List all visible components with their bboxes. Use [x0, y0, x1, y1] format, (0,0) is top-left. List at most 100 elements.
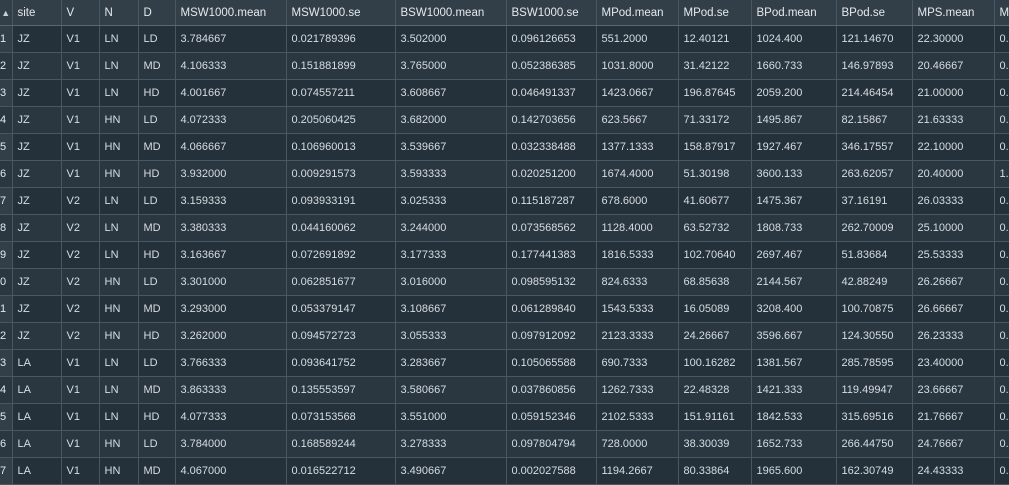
table-cell[interactable]: V2: [61, 269, 99, 296]
table-cell[interactable]: JZ: [12, 26, 61, 53]
table-cell[interactable]: HD: [138, 323, 175, 350]
table-cell[interactable]: 4.077333: [175, 404, 286, 431]
table-cell[interactable]: 824.6333: [596, 269, 678, 296]
table-cell[interactable]: 3.608667: [395, 80, 506, 107]
table-cell[interactable]: LD: [138, 107, 175, 134]
table-cell[interactable]: 0.046491337: [506, 80, 596, 107]
table-cell[interactable]: 42.88249: [836, 269, 912, 296]
table-cell[interactable]: 3.539667: [395, 134, 506, 161]
table-cell[interactable]: 0.021789396: [286, 26, 395, 53]
table-cell[interactable]: 0.177441383: [506, 242, 596, 269]
column-header-msw1000-se[interactable]: MSW1000.se: [286, 0, 395, 26]
table-cell[interactable]: 3600.133: [751, 161, 836, 188]
table-cell[interactable]: 0.098595132: [506, 269, 596, 296]
table-cell[interactable]: 0.260: [994, 242, 1009, 269]
table-cell[interactable]: JZ: [12, 323, 61, 350]
table-cell[interactable]: 0.115187287: [506, 188, 596, 215]
table-cell[interactable]: 2102.5333: [596, 404, 678, 431]
table-cell[interactable]: 3.682000: [395, 107, 506, 134]
table-cell[interactable]: 214.46454: [836, 80, 912, 107]
table-cell[interactable]: 26.66667: [912, 296, 994, 323]
column-header-d[interactable]: D: [138, 0, 175, 26]
table-cell[interactable]: 21.76667: [912, 404, 994, 431]
table-cell[interactable]: 3.551000: [395, 404, 506, 431]
table-cell[interactable]: 0.096126653: [506, 26, 596, 53]
table-cell[interactable]: 23.66667: [912, 377, 994, 404]
table-cell[interactable]: 4.067000: [175, 458, 286, 485]
table-cell[interactable]: 0.105065588: [506, 350, 596, 377]
table-cell[interactable]: LD: [138, 350, 175, 377]
table-cell[interactable]: 0.052386385: [506, 53, 596, 80]
table-cell[interactable]: MD: [138, 296, 175, 323]
table-cell[interactable]: HD: [138, 404, 175, 431]
table-cell[interactable]: 0.044160062: [286, 215, 395, 242]
table-cell[interactable]: 3.502000: [395, 26, 506, 53]
table-cell[interactable]: 690.7333: [596, 350, 678, 377]
table-cell[interactable]: 0.062851677: [286, 269, 395, 296]
table-cell[interactable]: 25.53333: [912, 242, 994, 269]
table-cell[interactable]: LD: [138, 188, 175, 215]
table-cell[interactable]: JZ: [12, 242, 61, 269]
table-cell[interactable]: 24.26667: [678, 323, 751, 350]
table-cell[interactable]: LN: [99, 404, 138, 431]
table-cell[interactable]: 3.766333: [175, 350, 286, 377]
table-cell[interactable]: 196.87645: [678, 80, 751, 107]
table-cell[interactable]: 1927.467: [751, 134, 836, 161]
table-cell[interactable]: HN: [99, 296, 138, 323]
table-cell[interactable]: 1.228: [994, 161, 1009, 188]
table-cell[interactable]: 3.765000: [395, 53, 506, 80]
table-cell[interactable]: 82.15867: [836, 107, 912, 134]
table-cell[interactable]: 31.42122: [678, 53, 751, 80]
table-cell[interactable]: 0.002027588: [506, 458, 596, 485]
table-cell[interactable]: HD: [138, 80, 175, 107]
table-cell[interactable]: HN: [99, 134, 138, 161]
table-cell[interactable]: 26.26667: [912, 269, 994, 296]
table-cell[interactable]: 24.43333: [912, 458, 994, 485]
table-cell[interactable]: 2123.3333: [596, 323, 678, 350]
column-header-mpod-se[interactable]: MPod.se: [678, 0, 751, 26]
table-cell[interactable]: 1652.733: [751, 431, 836, 458]
table-cell[interactable]: 121.14670: [836, 26, 912, 53]
table-cell[interactable]: 4.106333: [175, 53, 286, 80]
table-cell[interactable]: 4.072333: [175, 107, 286, 134]
table-cell[interactable]: LA: [12, 404, 61, 431]
table-cell[interactable]: 0.009291573: [286, 161, 395, 188]
table-cell[interactable]: HN: [99, 458, 138, 485]
table-cell[interactable]: 346.17557: [836, 134, 912, 161]
table-cell[interactable]: LN: [99, 53, 138, 80]
table-cell[interactable]: 3.025333: [395, 188, 506, 215]
table-cell[interactable]: 0.321: [994, 26, 1009, 53]
table-cell[interactable]: HD: [138, 161, 175, 188]
table-cell[interactable]: MD: [138, 134, 175, 161]
table-cell[interactable]: 24.76667: [912, 431, 994, 458]
table-cell[interactable]: LN: [99, 80, 138, 107]
table-cell[interactable]: V2: [61, 215, 99, 242]
column-header-bsw1000-se[interactable]: BSW1000.se: [506, 0, 596, 26]
table-cell[interactable]: V1: [61, 377, 99, 404]
column-header-bpod-se[interactable]: BPod.se: [836, 0, 912, 26]
table-cell[interactable]: 0.896: [994, 53, 1009, 80]
table-cell[interactable]: 0.106960013: [286, 134, 395, 161]
table-cell[interactable]: 0.151881899: [286, 53, 395, 80]
table-cell[interactable]: 3.593333: [395, 161, 506, 188]
column-header-mpod-mean[interactable]: MPod.mean: [596, 0, 678, 26]
table-cell[interactable]: 285.78595: [836, 350, 912, 377]
table-cell[interactable]: 0.059152346: [506, 404, 596, 431]
table-cell[interactable]: 158.87917: [678, 134, 751, 161]
table-cell[interactable]: 22.30000: [912, 26, 994, 53]
table-cell[interactable]: 51.83684: [836, 242, 912, 269]
table-cell[interactable]: 146.97893: [836, 53, 912, 80]
table-cell[interactable]: 1381.567: [751, 350, 836, 377]
table-cell[interactable]: 2144.567: [751, 269, 836, 296]
table-cell[interactable]: 3.490667: [395, 458, 506, 485]
table-cell[interactable]: 0.405: [994, 188, 1009, 215]
table-cell[interactable]: 0.097912092: [506, 323, 596, 350]
table-cell[interactable]: 0.700: [994, 215, 1009, 242]
table-cell[interactable]: 100.70875: [836, 296, 912, 323]
table-cell[interactable]: V1: [61, 161, 99, 188]
table-cell[interactable]: 1423.0667: [596, 80, 678, 107]
table-cell[interactable]: 3.262000: [175, 323, 286, 350]
table-cell[interactable]: V1: [61, 404, 99, 431]
table-cell[interactable]: 0.338: [994, 458, 1009, 485]
table-cell[interactable]: 1421.333: [751, 377, 836, 404]
